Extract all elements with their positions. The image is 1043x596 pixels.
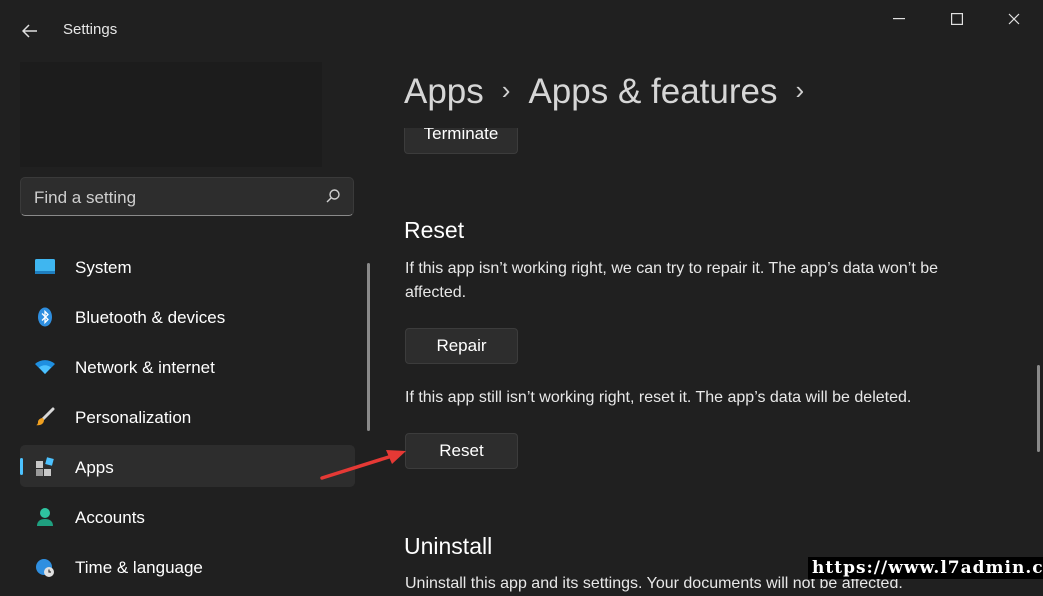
repair-button[interactable]: Repair [405, 328, 518, 364]
search-input[interactable]: Find a setting [20, 177, 354, 216]
sidebar-item-personalization[interactable]: Personalization [20, 395, 355, 437]
close-icon [1008, 13, 1020, 25]
sidebar-item-system[interactable]: System [20, 245, 355, 287]
maximize-button[interactable] [934, 5, 980, 33]
repair-description: If this app isn’t working right, we can … [405, 260, 939, 301]
title-bar: Settings [0, 0, 1043, 60]
person-icon [34, 507, 56, 527]
minimize-icon [893, 18, 905, 20]
sidebar-scrollbar[interactable] [367, 263, 370, 431]
app-title: Settings [63, 21, 118, 38]
brush-icon [34, 407, 56, 427]
sidebar-item-label: Accounts [75, 508, 145, 527]
apps-icon [34, 457, 56, 477]
annotation-arrow-icon [320, 450, 406, 480]
reset-button[interactable]: Reset [405, 433, 518, 469]
monitor-icon [34, 257, 56, 277]
breadcrumb: Apps › Apps & features › [404, 72, 822, 112]
back-button[interactable] [14, 16, 46, 46]
chevron-right-icon: › [795, 75, 805, 105]
bluetooth-icon [34, 307, 56, 327]
watermark: https://www.l7admin.cc [808, 557, 1043, 579]
active-indicator [20, 458, 23, 475]
sidebar-item-label: Personalization [75, 408, 192, 427]
sidebar-item-label: Time & language [75, 558, 203, 577]
breadcrumb-apps-features[interactable]: Apps & features [528, 72, 777, 111]
uninstall-section-title: Uninstall [404, 533, 493, 559]
close-button[interactable] [991, 5, 1037, 33]
sidebar-item-bluetooth[interactable]: Bluetooth & devices [20, 295, 355, 337]
breadcrumb-apps[interactable]: Apps [404, 72, 484, 111]
sidebar-item-network[interactable]: Network & internet [20, 345, 355, 387]
maximize-icon [951, 13, 963, 25]
sidebar-item-label: Bluetooth & devices [75, 308, 226, 327]
sidebar-nav: System Bluetooth & devices Network & int… [20, 245, 355, 595]
chevron-right-icon: › [501, 75, 511, 105]
sidebar-item-label: Network & internet [75, 358, 215, 377]
search-placeholder: Find a setting [34, 188, 137, 207]
sidebar-item-label: System [75, 258, 132, 277]
minimize-button[interactable] [876, 5, 922, 33]
sidebar-item-apps[interactable]: Apps [20, 445, 355, 487]
reset-description: If this app still isn’t working right, r… [405, 389, 912, 406]
search-icon [326, 189, 340, 203]
wifi-icon [34, 357, 56, 377]
content-scrollbar[interactable] [1037, 365, 1040, 452]
sidebar-item-time-language[interactable]: Time & language [20, 545, 355, 587]
globe-clock-icon [34, 557, 56, 577]
profile-area [20, 62, 322, 167]
back-arrow-icon [22, 24, 37, 38]
sidebar-item-label: Apps [75, 458, 114, 477]
reset-section-title: Reset [404, 217, 465, 243]
sidebar-item-accounts[interactable]: Accounts [20, 495, 355, 537]
